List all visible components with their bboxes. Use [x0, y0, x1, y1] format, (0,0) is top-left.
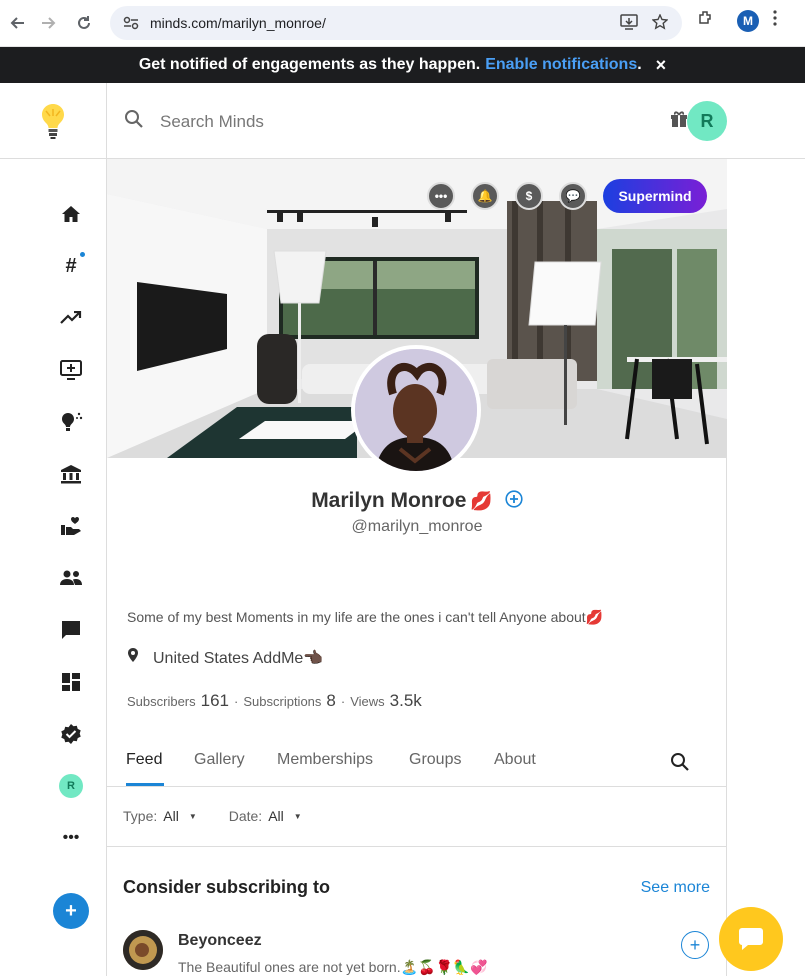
suggestion-bio: The Beautiful ones are not yet born.🏝️🍒🌹…: [178, 959, 488, 975]
boost-icon[interactable]: [59, 358, 83, 382]
suggestion-name[interactable]: Beyonceez: [178, 932, 262, 950]
left-sidebar: # R ••• +: [0, 159, 107, 976]
date-filter-label: Date:: [228, 808, 263, 824]
plus-icon: +: [689, 934, 701, 955]
location-text: United States AddMe👈🏿: [153, 649, 324, 667]
suggestion-avatar[interactable]: [123, 930, 163, 970]
subscribers-count[interactable]: 161: [201, 691, 229, 711]
channel-search-icon[interactable]: [670, 752, 690, 777]
bookmark-star-icon[interactable]: [651, 13, 669, 34]
channel-avatar[interactable]: [351, 345, 481, 475]
date-filter-value[interactable]: All: [268, 808, 284, 824]
minds-logo[interactable]: [0, 83, 107, 159]
search-input[interactable]: Search Minds: [160, 112, 264, 132]
channel-more-button[interactable]: •••: [427, 182, 455, 210]
install-app-icon[interactable]: [620, 14, 638, 34]
chat-widget-button[interactable]: [719, 907, 783, 971]
compose-button[interactable]: +: [53, 893, 89, 929]
banner-period: .: [637, 56, 642, 73]
enable-notifications-link[interactable]: Enable notifications: [485, 56, 637, 74]
browser-profile-avatar[interactable]: M: [737, 9, 759, 32]
trending-icon[interactable]: [59, 306, 83, 330]
location-pin-icon: [127, 647, 139, 668]
subscribers-label[interactable]: Subscribers: [127, 694, 196, 709]
gift-icon[interactable]: [669, 109, 689, 134]
hashtag-icon[interactable]: #: [59, 254, 83, 278]
channel-stats: Subscribers 161 · Subscriptions 8 · View…: [127, 691, 422, 711]
channel-tip-button[interactable]: $: [515, 182, 543, 210]
browser-menu-icon[interactable]: [773, 10, 777, 31]
active-tab-indicator: [126, 783, 164, 786]
channel-main: ••• 🔔 $ 💬 Supermind Marilyn Monroe 💋 @ma…: [107, 159, 727, 976]
feed-filters: Type: All ▼ Date: All ▼: [123, 808, 328, 824]
suggestions-title: Consider subscribing to: [123, 877, 331, 897]
more-icon[interactable]: •••: [59, 826, 83, 850]
canary-icon[interactable]: [59, 670, 83, 694]
date-dropdown-caret-icon[interactable]: ▼: [294, 812, 302, 821]
stats-separator: ·: [234, 694, 239, 709]
subscribe-plus-icon[interactable]: [505, 489, 523, 513]
type-filter-value[interactable]: All: [163, 808, 179, 824]
subscriptions-label[interactable]: Subscriptions: [243, 694, 321, 709]
type-dropdown-caret-icon[interactable]: ▼: [189, 812, 197, 821]
subscriptions-count[interactable]: 8: [326, 691, 335, 711]
divider: [107, 846, 727, 847]
channel-notify-button[interactable]: 🔔: [471, 182, 499, 210]
channel-bio: Some of my best Moments in my life are t…: [127, 609, 604, 625]
channel-location: United States AddMe👈🏿: [127, 647, 323, 668]
channel-name-row: Marilyn Monroe 💋: [107, 489, 727, 513]
views-label: Views: [350, 694, 385, 709]
channel-tabs: Feed Gallery Memberships Groups About: [107, 741, 727, 787]
search-bar[interactable]: Search Minds: [124, 109, 264, 134]
stats-separator: ·: [340, 694, 346, 709]
user-avatar[interactable]: R: [687, 101, 727, 141]
treasury-icon[interactable]: [59, 462, 83, 486]
plus-icon[interactable]: [59, 410, 83, 434]
home-icon[interactable]: [59, 202, 83, 226]
address-bar[interactable]: minds.com/marilyn_monroe/: [110, 6, 682, 40]
site-settings-icon[interactable]: [122, 14, 140, 32]
type-filter-label: Type:: [123, 808, 158, 824]
banner-close-icon[interactable]: ×: [656, 55, 667, 76]
supermind-button[interactable]: Supermind: [603, 179, 707, 213]
lips-emoji: 💋: [470, 490, 493, 511]
tab-groups[interactable]: Groups: [409, 751, 461, 769]
new-indicator-dot: [80, 252, 85, 257]
tab-memberships[interactable]: Memberships: [277, 751, 373, 769]
tab-about[interactable]: About: [494, 751, 536, 769]
suggestion-subscribe-button[interactable]: +: [681, 931, 709, 959]
channel-name: Marilyn Monroe: [311, 489, 467, 512]
channel-action-buttons: ••• 🔔 $ 💬: [427, 182, 587, 210]
supermind-icon[interactable]: [59, 514, 83, 538]
url-text[interactable]: minds.com/marilyn_monroe/: [150, 15, 326, 31]
lightbulb-logo-icon: [42, 104, 64, 139]
forward-icon[interactable]: [30, 5, 66, 41]
tab-gallery[interactable]: Gallery: [194, 751, 245, 769]
browser-toolbar: minds.com/marilyn_monroe/ M: [0, 0, 805, 47]
reload-icon[interactable]: [66, 5, 102, 41]
see-more-link[interactable]: See more: [641, 879, 710, 897]
user-avatar[interactable]: R: [59, 774, 83, 798]
topbar: Search Minds R: [0, 83, 805, 159]
views-count: 3.5k: [389, 691, 422, 710]
search-icon: [124, 109, 144, 134]
channel-message-button[interactable]: 💬: [559, 182, 587, 210]
chat-icon[interactable]: [59, 618, 83, 642]
banner-text: Get notified of engagements as they happ…: [138, 56, 481, 73]
verified-icon[interactable]: [59, 722, 83, 746]
groups-icon[interactable]: [59, 566, 83, 590]
chat-bubble-icon: [739, 928, 763, 950]
tab-feed[interactable]: Feed: [126, 751, 162, 769]
extensions-icon[interactable]: [697, 9, 715, 32]
sidebar-user-initial: R: [59, 774, 83, 798]
notification-banner: Get notified of engagements as they happ…: [0, 47, 805, 83]
channel-handle: @marilyn_monroe: [351, 518, 483, 535]
